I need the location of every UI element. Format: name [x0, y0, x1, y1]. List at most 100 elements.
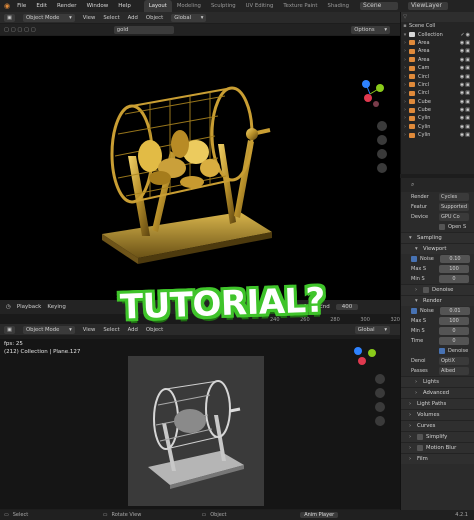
- viewport-nav-icons[interactable]: [377, 121, 387, 173]
- passes-dropdown[interactable]: Albed: [439, 367, 469, 375]
- menu-view[interactable]: View: [83, 15, 96, 21]
- denoiser-dropdown[interactable]: OptiX: [439, 357, 469, 365]
- timeline-editor-icon[interactable]: ◷: [6, 304, 11, 310]
- simplify-checkbox[interactable]: [417, 434, 423, 440]
- outliner-item[interactable]: › Area ◉▣: [401, 56, 474, 64]
- menu-file[interactable]: File: [14, 3, 29, 9]
- visibility-icon[interactable]: ◉▣: [460, 99, 471, 105]
- menu-render[interactable]: Render: [54, 3, 80, 9]
- visibility-icon[interactable]: ◉▣: [460, 115, 471, 121]
- visibility-icon[interactable]: ◉▣: [460, 132, 471, 138]
- navigation-gizmo-bottom[interactable]: [354, 347, 385, 426]
- menu-select-bottom[interactable]: Select: [103, 327, 119, 333]
- outliner-item[interactable]: › Cylin ◉▣: [401, 114, 474, 122]
- section-render[interactable]: ▾ Render: [401, 295, 474, 306]
- tab-uv-editing[interactable]: UV Editing: [241, 0, 279, 12]
- viewport-solid-bottom[interactable]: fps: 25 (212) Collection | Plane.127: [0, 339, 400, 509]
- menu-object[interactable]: Object: [146, 15, 163, 21]
- object-mode-dropdown-bottom[interactable]: Object Mode ▾: [23, 325, 75, 334]
- time-limit-field[interactable]: 0: [439, 337, 469, 345]
- denoise-render-checkbox[interactable]: [439, 348, 445, 354]
- noise-viewport-field[interactable]: 0.10: [440, 255, 470, 263]
- anim-player-badge[interactable]: Anim Player: [300, 512, 339, 518]
- outliner-item[interactable]: › Area ◉▣: [401, 47, 474, 55]
- menu-object-bottom[interactable]: Object: [146, 327, 163, 333]
- feature-set-dropdown[interactable]: Supported: [439, 203, 469, 211]
- search-input[interactable]: gold: [113, 25, 174, 34]
- visibility-icon[interactable]: ◉▣: [460, 107, 471, 113]
- section-sampling[interactable]: ▾ Sampling: [401, 232, 474, 243]
- tab-sculpting[interactable]: Sculpting: [206, 0, 241, 12]
- viewport-render-top[interactable]: [0, 36, 400, 300]
- navigation-gizmo[interactable]: [362, 80, 384, 107]
- motion-blur-checkbox[interactable]: [417, 445, 423, 451]
- tab-shading[interactable]: Shading: [323, 0, 355, 12]
- menu-window[interactable]: Window: [84, 3, 112, 9]
- min-samples-render-field[interactable]: 0: [439, 327, 469, 335]
- render-engine-dropdown[interactable]: Cycles: [439, 193, 469, 201]
- section-advanced[interactable]: › Advanced: [401, 387, 474, 398]
- section-lights[interactable]: › Lights: [401, 376, 474, 387]
- outliner-item[interactable]: › Cylin ◉▣: [401, 123, 474, 131]
- visibility-icon[interactable]: ◉▣: [460, 74, 471, 80]
- editor-type-button-bottom[interactable]: ▣: [4, 325, 16, 334]
- max-samples-viewport-field[interactable]: 100: [439, 265, 469, 273]
- open-shading-checkbox[interactable]: [439, 224, 445, 230]
- denoise-viewport-checkbox[interactable]: [423, 287, 429, 293]
- section-volumes[interactable]: › Volumes: [401, 409, 474, 420]
- min-samples-viewport-field[interactable]: 0: [439, 275, 469, 283]
- device-dropdown[interactable]: GPU Co: [439, 213, 469, 221]
- menu-select[interactable]: Select: [103, 15, 119, 21]
- visibility-icon[interactable]: ◉▣: [460, 57, 471, 63]
- playback-menu[interactable]: Playback: [17, 304, 42, 310]
- visibility-icon[interactable]: ◉▣: [460, 90, 471, 96]
- noise-threshold-render-checkbox[interactable]: [411, 308, 417, 314]
- tool-icons[interactable]: ▢ ▢ ▢ ▢ ▢: [4, 27, 36, 33]
- menu-view-bottom[interactable]: View: [83, 327, 96, 333]
- outliner-item[interactable]: › Cylin ◉▣: [401, 131, 474, 139]
- section-simplify[interactable]: › Simplify: [401, 431, 474, 442]
- outliner-item[interactable]: › Circl ◉▣: [401, 81, 474, 89]
- menu-add-bottom[interactable]: Add: [128, 327, 138, 333]
- max-samples-render-field[interactable]: 100: [439, 317, 469, 325]
- end-field[interactable]: 400: [335, 304, 359, 310]
- view-layer-selector[interactable]: ViewLayer: [408, 2, 449, 10]
- options-button[interactable]: Options ▾: [351, 25, 390, 34]
- visibility-icon[interactable]: ◉▣: [460, 48, 471, 54]
- visibility-icon[interactable]: ◉▣: [460, 124, 471, 130]
- section-motion-blur[interactable]: › Motion Blur: [401, 442, 474, 453]
- section-film[interactable]: › Film: [401, 453, 474, 464]
- menu-edit[interactable]: Edit: [33, 3, 50, 9]
- visibility-icon[interactable]: ✓◉: [460, 32, 471, 38]
- outliner-filter-icon[interactable]: ▽: [401, 14, 409, 20]
- outliner-item[interactable]: › Cube ◉▣: [401, 106, 474, 114]
- section-viewport[interactable]: ▾ Viewport: [401, 243, 474, 254]
- outliner-item[interactable]: › Area ◉▣: [401, 39, 474, 47]
- menu-add[interactable]: Add: [128, 15, 138, 21]
- noise-render-field[interactable]: 0.01: [440, 307, 470, 315]
- scene-selector[interactable]: Scene: [360, 2, 399, 10]
- noise-threshold-checkbox[interactable]: [411, 256, 417, 262]
- section-curves[interactable]: › Curves: [401, 420, 474, 431]
- outliner-item[interactable]: › Cam ◉▣: [401, 64, 474, 72]
- object-mode-dropdown[interactable]: Object Mode ▾: [23, 13, 75, 22]
- visibility-icon[interactable]: ◉▣: [460, 40, 471, 46]
- tab-modeling[interactable]: Modeling: [172, 0, 206, 12]
- outliner-item[interactable]: › Cube ◉▣: [401, 98, 474, 106]
- outliner-collection[interactable]: ▾ Collection ✓◉: [401, 30, 474, 38]
- keying-menu[interactable]: Keying: [47, 304, 65, 310]
- outliner-item[interactable]: › Circl ◉▣: [401, 72, 474, 80]
- section-light-paths[interactable]: › Light Paths: [401, 398, 474, 409]
- visibility-icon[interactable]: ◉▣: [460, 82, 471, 88]
- tab-texture-paint[interactable]: Texture Paint: [278, 0, 322, 12]
- transform-orientation-dropdown[interactable]: Global ▾: [171, 13, 207, 22]
- properties-search-icon[interactable]: ⌕: [411, 181, 414, 189]
- blender-logo-icon[interactable]: ◉: [4, 2, 10, 10]
- menu-help[interactable]: Help: [115, 3, 134, 9]
- tab-layout[interactable]: Layout: [143, 0, 172, 12]
- visibility-icon[interactable]: ◉▣: [460, 65, 471, 71]
- section-denoise-viewport[interactable]: › Denoise: [401, 284, 474, 295]
- editor-type-button[interactable]: ▣: [4, 13, 16, 22]
- transform-orientation-bottom[interactable]: Global ▾: [354, 325, 390, 334]
- outliner-item[interactable]: › Circl ◉▣: [401, 89, 474, 97]
